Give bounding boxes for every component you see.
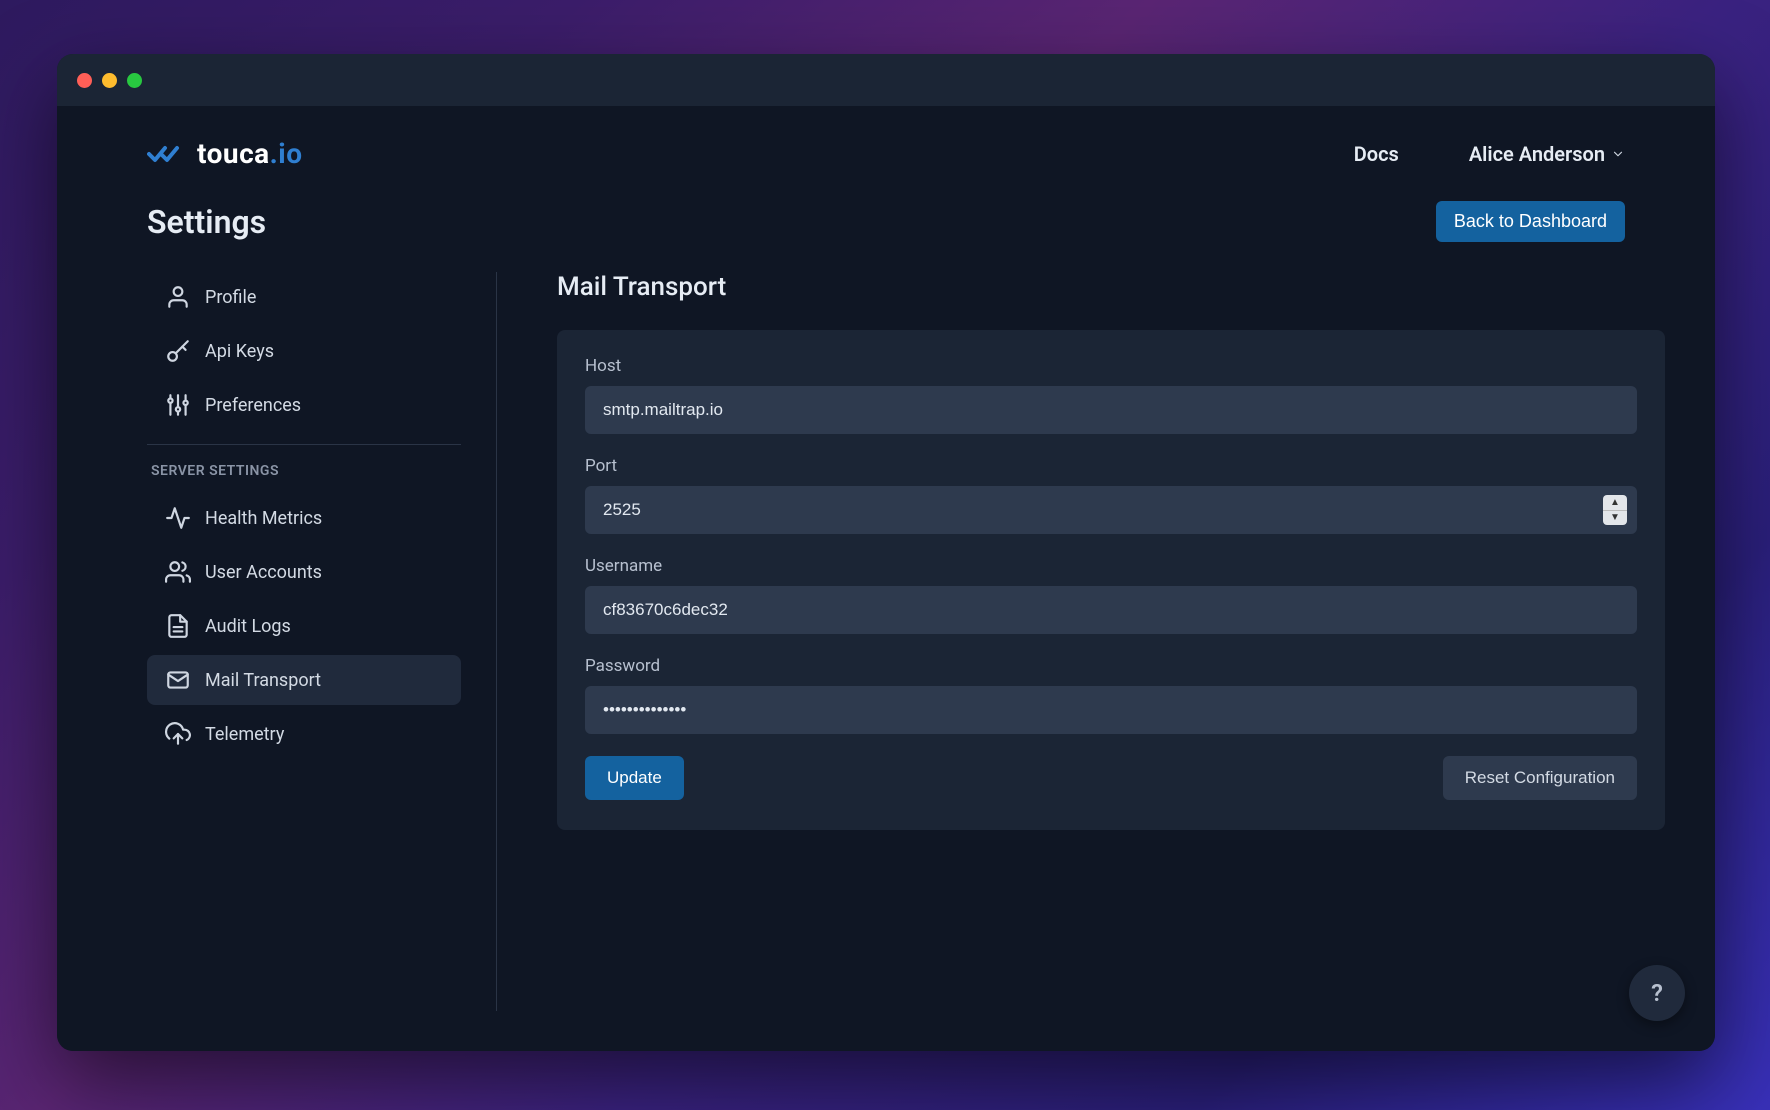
update-button[interactable]: Update <box>585 756 684 800</box>
file-icon <box>165 613 191 639</box>
user-name: Alice Anderson <box>1469 142 1605 166</box>
sidebar-section-label: SERVER SETTINGS <box>147 463 461 493</box>
help-button[interactable]: ? <box>1629 965 1685 1021</box>
window-close-button[interactable] <box>77 73 92 88</box>
key-icon <box>165 338 191 364</box>
app-body: touca.io Docs Alice Anderson Settings Ba… <box>57 106 1715 1051</box>
sidebar-item-audit-logs[interactable]: Audit Logs <box>147 601 461 651</box>
content-title: Mail Transport <box>557 272 1665 302</box>
host-field-group: Host <box>585 356 1637 434</box>
password-input[interactable] <box>585 686 1637 734</box>
sidebar-divider <box>147 444 461 445</box>
password-label: Password <box>585 656 1637 676</box>
mail-icon <box>165 667 191 693</box>
top-nav: touca.io Docs Alice Anderson <box>57 106 1715 201</box>
port-label: Port <box>585 456 1637 476</box>
password-field-group: Password <box>585 656 1637 734</box>
top-nav-right: Docs Alice Anderson <box>1354 142 1625 166</box>
port-input[interactable] <box>585 486 1637 534</box>
brand-text: touca.io <box>197 137 303 170</box>
username-input[interactable] <box>585 586 1637 634</box>
window-maximize-button[interactable] <box>127 73 142 88</box>
chevron-down-icon: ▼ <box>1603 511 1627 526</box>
sidebar-item-preferences[interactable]: Preferences <box>147 380 461 430</box>
activity-icon <box>165 505 191 531</box>
reset-configuration-button[interactable]: Reset Configuration <box>1443 756 1637 800</box>
sidebar-item-label: Mail Transport <box>205 670 321 691</box>
logo-check-icon <box>147 142 187 166</box>
sidebar-item-profile[interactable]: Profile <box>147 272 461 322</box>
users-icon <box>165 559 191 585</box>
username-field-group: Username <box>585 556 1637 634</box>
app-window: touca.io Docs Alice Anderson Settings Ba… <box>57 54 1715 1051</box>
upload-cloud-icon <box>165 721 191 747</box>
desktop-background: touca.io Docs Alice Anderson Settings Ba… <box>0 0 1770 1110</box>
sidebar-item-label: Api Keys <box>205 341 274 362</box>
brand-logo[interactable]: touca.io <box>147 137 303 170</box>
sidebar-item-label: User Accounts <box>205 562 322 583</box>
user-icon <box>165 284 191 310</box>
page-title: Settings <box>147 203 266 241</box>
sidebar-item-mail-transport[interactable]: Mail Transport <box>147 655 461 705</box>
back-to-dashboard-button[interactable]: Back to Dashboard <box>1436 201 1625 242</box>
form-actions: Update Reset Configuration <box>585 756 1637 800</box>
host-input[interactable] <box>585 386 1637 434</box>
chevron-up-icon: ▲ <box>1603 495 1627 511</box>
port-field-group: Port ▲ ▼ <box>585 456 1637 534</box>
sliders-icon <box>165 392 191 418</box>
content-panel: Mail Transport Host Port ▲ <box>497 272 1665 1011</box>
page-header: Settings Back to Dashboard <box>57 201 1715 272</box>
chevron-down-icon <box>1611 147 1625 161</box>
user-menu[interactable]: Alice Anderson <box>1469 142 1625 166</box>
port-stepper[interactable]: ▲ ▼ <box>1603 495 1627 525</box>
sidebar-item-label: Profile <box>205 287 256 308</box>
host-label: Host <box>585 356 1637 376</box>
mail-transport-card: Host Port ▲ ▼ <box>557 330 1665 830</box>
window-minimize-button[interactable] <box>102 73 117 88</box>
sidebar-item-label: Audit Logs <box>205 616 291 637</box>
username-label: Username <box>585 556 1637 576</box>
sidebar-item-telemetry[interactable]: Telemetry <box>147 709 461 759</box>
window-titlebar <box>57 54 1715 106</box>
main-area: Profile Api Keys Preferences <box>57 272 1715 1051</box>
sidebar-item-api-keys[interactable]: Api Keys <box>147 326 461 376</box>
sidebar-item-label: Preferences <box>205 395 301 416</box>
sidebar-item-health-metrics[interactable]: Health Metrics <box>147 493 461 543</box>
docs-link[interactable]: Docs <box>1354 142 1399 166</box>
settings-sidebar: Profile Api Keys Preferences <box>147 272 497 1011</box>
sidebar-item-label: Telemetry <box>205 724 284 745</box>
sidebar-item-label: Health Metrics <box>205 508 322 529</box>
sidebar-item-user-accounts[interactable]: User Accounts <box>147 547 461 597</box>
